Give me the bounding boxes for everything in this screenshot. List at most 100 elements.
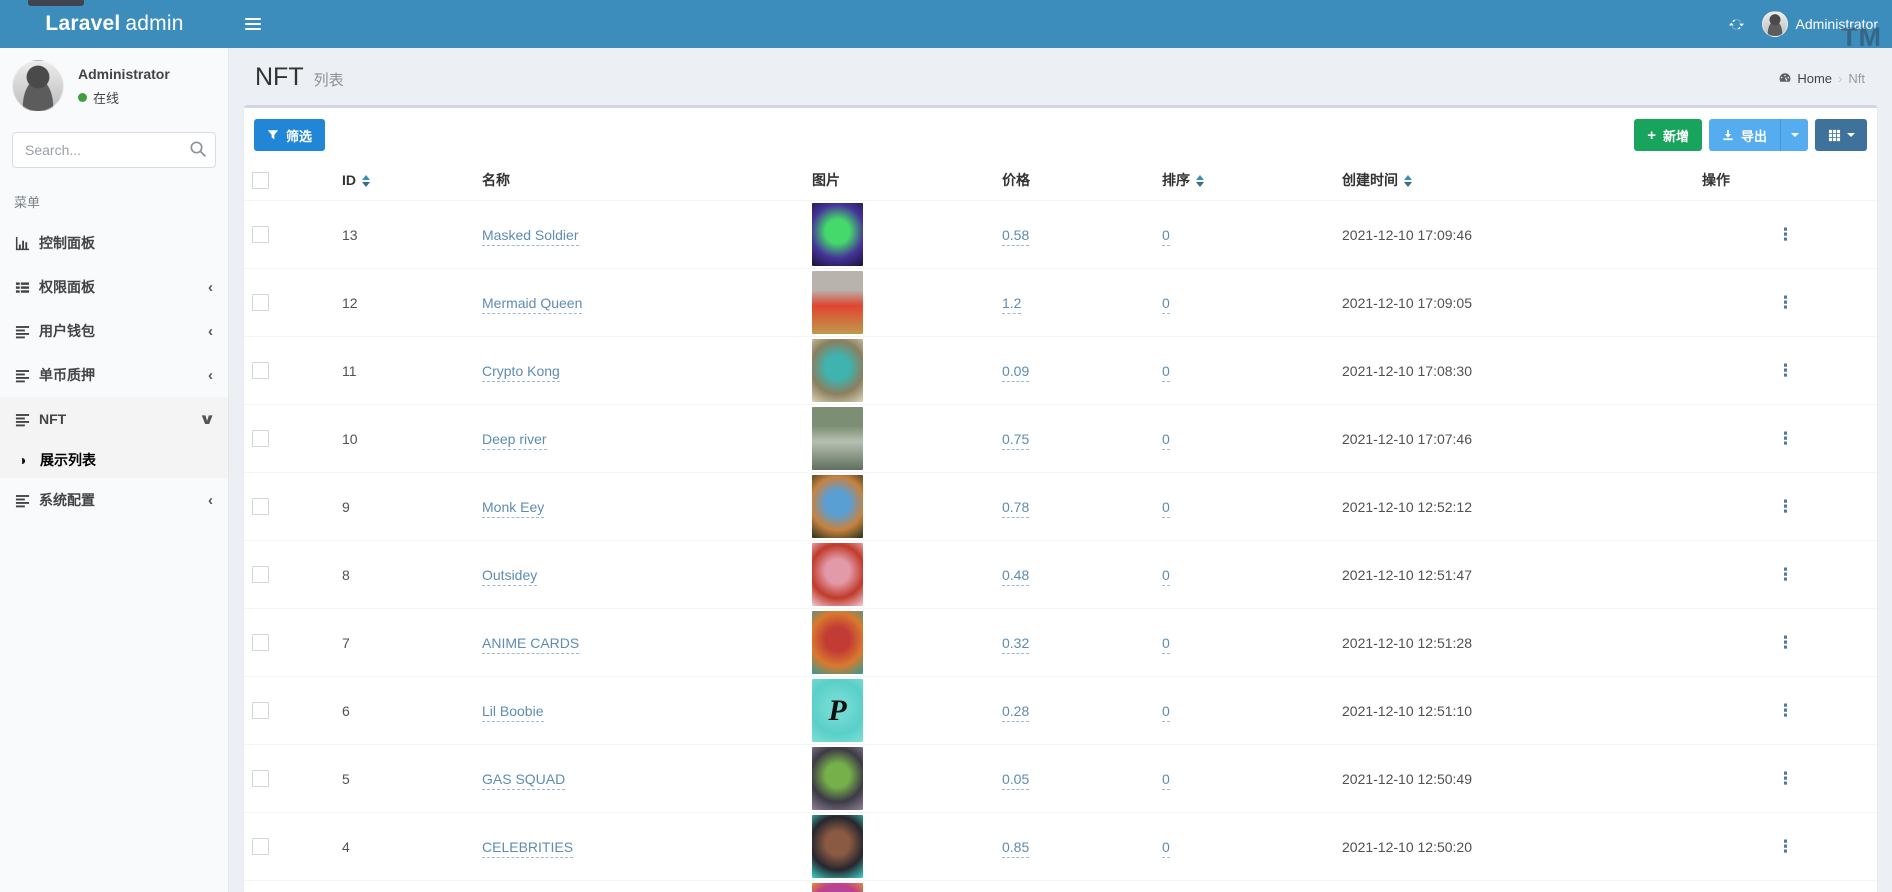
order-edit-link[interactable]: 0 xyxy=(1162,839,1170,858)
row-checkbox[interactable] xyxy=(252,498,269,515)
table-row: 12 Mermaid Queen 1.2 0 2021-12-10 17:09:… xyxy=(244,269,1877,337)
price-edit-link[interactable]: 0.32 xyxy=(1002,635,1029,654)
nft-name-link[interactable]: Deep river xyxy=(482,431,547,450)
export-button[interactable]: 导出 xyxy=(1709,119,1780,151)
nft-thumbnail[interactable]: P xyxy=(812,679,863,742)
sidebar-item-label: 系统配置 xyxy=(39,490,95,510)
nft-name-link[interactable]: Mermaid Queen xyxy=(482,295,582,314)
plus-icon: + xyxy=(1647,128,1656,143)
sort-icon[interactable] xyxy=(1404,175,1412,187)
brand-logo[interactable]: Laravel admin xyxy=(0,0,229,48)
nft-name-link[interactable]: Monk Eey xyxy=(482,499,544,518)
order-edit-link[interactable]: 0 xyxy=(1162,227,1170,246)
sidebar-item-5[interactable]: ◑展示列表 xyxy=(0,441,228,478)
row-checkbox[interactable] xyxy=(252,838,269,855)
sidebar-search-input[interactable] xyxy=(12,132,216,168)
refresh-button[interactable] xyxy=(1729,17,1744,32)
online-status-label: 在线 xyxy=(93,88,119,107)
row-checkbox[interactable] xyxy=(252,430,269,447)
sidebar-item-3[interactable]: 单币质押‹ xyxy=(0,353,228,397)
nft-name-link[interactable]: Crypto Kong xyxy=(482,363,560,382)
row-actions-button[interactable]: ⋮ xyxy=(1777,565,1794,584)
nft-id: 3 xyxy=(334,881,474,892)
row-checkbox[interactable] xyxy=(252,634,269,651)
nft-thumbnail[interactable] xyxy=(812,883,863,892)
table-header-row: ID名称图片价格排序创建时间操作 xyxy=(244,161,1877,201)
row-checkbox[interactable] xyxy=(252,362,269,379)
column-header-action: 操作 xyxy=(1694,161,1877,201)
row-actions-button[interactable]: ⋮ xyxy=(1777,429,1794,448)
sidebar-item-4[interactable]: NFT∨ xyxy=(0,397,228,441)
price-edit-link[interactable]: 1.2 xyxy=(1002,295,1021,314)
nft-thumbnail[interactable] xyxy=(812,271,863,334)
filter-button[interactable]: 筛选 xyxy=(254,119,325,151)
order-edit-link[interactable]: 0 xyxy=(1162,499,1170,518)
price-edit-link[interactable]: 0.75 xyxy=(1002,431,1029,450)
nft-thumbnail[interactable] xyxy=(812,815,863,878)
order-edit-link[interactable]: 0 xyxy=(1162,363,1170,382)
menu-header: 菜单 xyxy=(0,182,228,221)
row-checkbox[interactable] xyxy=(252,226,269,243)
row-actions-button[interactable]: ⋮ xyxy=(1777,769,1794,788)
sidebar-item-6[interactable]: 系统配置‹ xyxy=(0,478,228,522)
order-edit-link[interactable]: 0 xyxy=(1162,567,1170,586)
row-checkbox[interactable] xyxy=(252,702,269,719)
align-left-icon xyxy=(15,493,39,508)
price-edit-link[interactable]: 0.05 xyxy=(1002,771,1029,790)
table-row: 10 Deep river 0.75 0 2021-12-10 17:07:46… xyxy=(244,405,1877,473)
nft-thumbnail[interactable] xyxy=(812,407,863,470)
row-checkbox[interactable] xyxy=(252,294,269,311)
row-actions-button[interactable]: ⋮ xyxy=(1777,497,1794,516)
sort-icon[interactable] xyxy=(362,175,370,187)
dashboard-icon xyxy=(1778,71,1792,85)
breadcrumb-home-link[interactable]: Home xyxy=(1778,71,1832,86)
sidebar-item-label: 权限面板 xyxy=(39,277,95,297)
price-edit-link[interactable]: 0.28 xyxy=(1002,703,1029,722)
export-dropdown-button[interactable] xyxy=(1780,119,1808,151)
nft-thumbnail[interactable] xyxy=(812,747,863,810)
nft-id: 11 xyxy=(334,337,474,405)
column-selector-button[interactable] xyxy=(1815,119,1867,151)
chevron-left-icon: ‹ xyxy=(208,324,213,339)
nft-name-link[interactable]: Outsidey xyxy=(482,567,537,586)
nft-id: 8 xyxy=(334,541,474,609)
sidebar-item-1[interactable]: 权限面板‹ xyxy=(0,265,228,309)
order-edit-link[interactable]: 0 xyxy=(1162,431,1170,450)
row-actions-button[interactable]: ⋮ xyxy=(1777,361,1794,380)
order-edit-link[interactable]: 0 xyxy=(1162,771,1170,790)
price-edit-link[interactable]: 0.78 xyxy=(1002,499,1029,518)
order-edit-link[interactable]: 0 xyxy=(1162,703,1170,722)
nft-name-link[interactable]: Masked Soldier xyxy=(482,227,579,246)
select-all-checkbox[interactable] xyxy=(252,172,269,189)
price-edit-link[interactable]: 0.48 xyxy=(1002,567,1029,586)
row-actions-button[interactable]: ⋮ xyxy=(1777,837,1794,856)
nft-thumbnail[interactable] xyxy=(812,543,863,606)
row-checkbox[interactable] xyxy=(252,566,269,583)
price-edit-link[interactable]: 0.85 xyxy=(1002,839,1029,858)
sidebar-item-0[interactable]: 控制面板 xyxy=(0,221,228,265)
sidebar-item-2[interactable]: 用户钱包‹ xyxy=(0,309,228,353)
nft-name-link[interactable]: ANIME CARDS xyxy=(482,635,579,654)
row-actions-button[interactable]: ⋮ xyxy=(1777,225,1794,244)
order-edit-link[interactable]: 0 xyxy=(1162,295,1170,314)
row-actions-button[interactable]: ⋮ xyxy=(1777,633,1794,652)
nft-thumbnail[interactable] xyxy=(812,475,863,538)
sort-icon[interactable] xyxy=(1196,175,1204,187)
price-edit-link[interactable]: 0.58 xyxy=(1002,227,1029,246)
add-button[interactable]: + 新增 xyxy=(1634,119,1702,151)
table-row: 6 Lil Boobie P 0.28 0 2021-12-10 12:51:1… xyxy=(244,677,1877,745)
nft-thumbnail[interactable] xyxy=(812,203,863,266)
nft-name-link[interactable]: CELEBRITIES xyxy=(482,839,573,858)
nft-name-link[interactable]: GAS SQUAD xyxy=(482,771,565,790)
sidebar-toggle-button[interactable] xyxy=(229,0,277,48)
order-edit-link[interactable]: 0 xyxy=(1162,635,1170,654)
nft-thumbnail[interactable] xyxy=(812,611,863,674)
row-checkbox[interactable] xyxy=(252,770,269,787)
nft-name-link[interactable]: Lil Boobie xyxy=(482,703,544,722)
column-label: 名称 xyxy=(482,172,510,188)
nft-thumbnail[interactable] xyxy=(812,339,863,402)
price-edit-link[interactable]: 0.09 xyxy=(1002,363,1029,382)
row-actions-button[interactable]: ⋮ xyxy=(1777,701,1794,720)
search-icon[interactable] xyxy=(189,140,207,163)
row-actions-button[interactable]: ⋮ xyxy=(1777,293,1794,312)
